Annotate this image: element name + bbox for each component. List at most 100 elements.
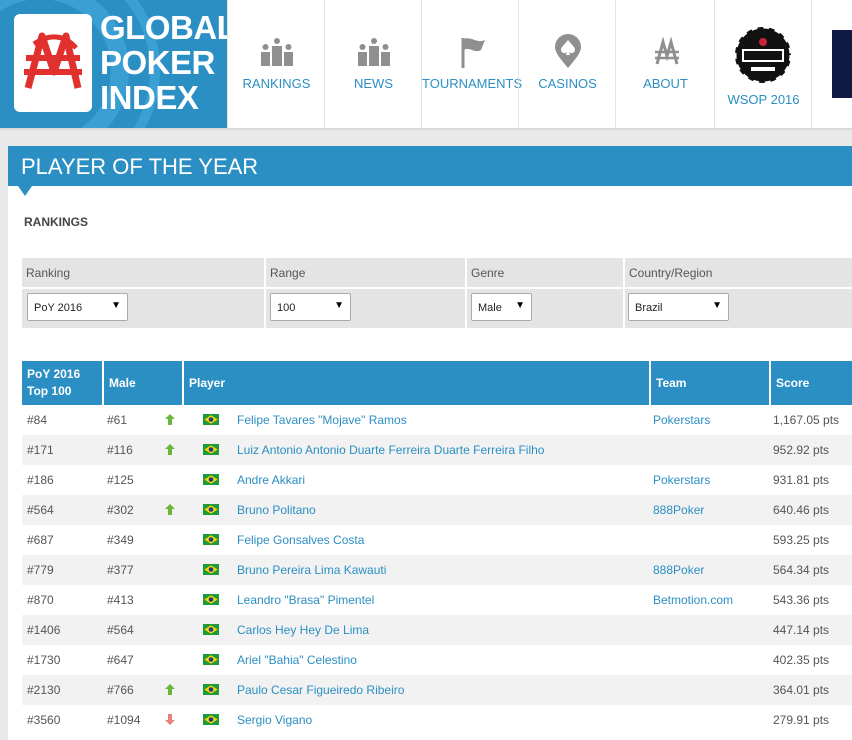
brazil-flag-icon	[203, 534, 219, 545]
player-link[interactable]: Carlos Hey Hey De Lima	[237, 623, 369, 637]
score-cell: 402.35 pts	[773, 653, 830, 667]
player-link[interactable]: Leandro "Brasa" Pimentel	[237, 593, 374, 607]
trend-up-arrow-icon	[165, 414, 175, 425]
table-row[interactable]: #564 #302 Bruno Politano 888Poker 640.46 pts	[22, 495, 852, 525]
score-cell: 931.81 pts	[773, 473, 830, 487]
column-header-player[interactable]: Player	[182, 361, 649, 405]
table-row[interactable]: #870 #413 Leandro "Brasa" Pimentel Betmotio…	[22, 585, 852, 615]
page-title-bar: PLAYER OF THE YEAR	[8, 146, 852, 186]
male-rank-cell: #125	[107, 473, 134, 487]
brazil-flag-icon	[203, 684, 219, 695]
male-rank-cell: #61	[107, 413, 128, 427]
male-rank-cell: #564	[107, 623, 134, 637]
team-link[interactable]: Pokerstars	[653, 413, 710, 427]
wsop-logo-icon	[733, 25, 793, 85]
nav-rankings[interactable]: RANKINGS	[227, 0, 325, 130]
gpi-emblem-icon	[14, 14, 92, 112]
rank-cell: #1730	[27, 653, 61, 667]
column-header-score[interactable]: Score	[769, 361, 852, 405]
ranking-select[interactable]: PoY 2016 ▼	[27, 293, 128, 321]
filter-range: Range 100 ▼	[266, 258, 465, 328]
nav-news[interactable]: NEWS	[324, 0, 422, 130]
player-link[interactable]: Bruno Politano	[237, 503, 316, 517]
male-rank-cell: #349	[107, 533, 134, 547]
rank-cell: #186	[27, 473, 54, 487]
player-link[interactable]: Paulo Cesar Figueiredo Ribeiro	[237, 683, 404, 697]
table-row[interactable]: #1730 #647 Ariel "Bahia" Celestino 402.35 p…	[22, 645, 852, 675]
brazil-flag-icon	[203, 714, 219, 725]
brazil-flag-icon	[203, 444, 219, 455]
site-logo[interactable]: GLOBAL POKER INDEX	[0, 0, 227, 128]
filter-panel: Ranking PoY 2016 ▼ Range 100 ▼ Genre Male ▼…	[22, 258, 852, 328]
spade-pin-icon	[519, 34, 616, 70]
table-row[interactable]: #687 #349 Felipe Gonsalves Costa 593.25 pts	[22, 525, 852, 555]
score-cell: 1,167.05 pts	[773, 413, 840, 427]
flag-icon	[422, 34, 519, 70]
table-row[interactable]: #3560 #1094 Sergio Vigano 279.91 pts	[22, 705, 852, 735]
header-banner-edge[interactable]	[811, 0, 852, 128]
nav-casinos[interactable]: CASINOS	[518, 0, 616, 130]
trend-up-arrow-icon	[165, 504, 175, 515]
trend-down-arrow-icon	[165, 714, 175, 725]
logo-wordmark: GLOBAL POKER INDEX	[100, 9, 227, 116]
player-link[interactable]: Felipe Gonsalves Costa	[237, 533, 364, 547]
male-rank-cell: #377	[107, 563, 134, 577]
nav-about[interactable]: ABOUT	[615, 0, 715, 130]
rank-cell: #84	[27, 413, 48, 427]
range-select[interactable]: 100 ▼	[270, 293, 351, 321]
male-rank-cell: #1094	[107, 713, 141, 727]
brazil-flag-icon	[203, 594, 219, 605]
score-cell: 564.34 pts	[773, 563, 830, 577]
header-divider	[0, 128, 852, 130]
column-header-rank[interactable]: PoY 2016 Top 100	[22, 361, 102, 405]
filter-country: Country/Region Brazil ▼	[625, 258, 852, 328]
column-header-team[interactable]: Team	[649, 361, 769, 405]
score-cell: 640.46 pts	[773, 503, 830, 517]
ranking-table-header: PoY 2016 Top 100 Male Player Team Score	[22, 361, 852, 405]
score-cell: 593.25 pts	[773, 533, 830, 547]
score-cell: 364.01 pts	[773, 683, 830, 697]
table-row[interactable]: #779 #377 Bruno Pereira Lima Kawauti 888Pok…	[22, 555, 852, 585]
player-link[interactable]: Felipe Tavares "Mojave" Ramos	[237, 413, 407, 427]
column-header-male[interactable]: Male	[102, 361, 182, 405]
table-row[interactable]: #171 #116 Luiz Antonio Antonio Duarte Ferr…	[22, 435, 852, 465]
team-link[interactable]: 888Poker	[653, 503, 704, 517]
genre-select[interactable]: Male ▼	[471, 293, 532, 321]
player-link[interactable]: Luiz Antonio Antonio Duarte Ferreira Dua…	[237, 443, 544, 457]
gpi-mark-icon	[616, 34, 715, 70]
table-row[interactable]: #84 #61 Felipe Tavares "Mojave" Ramos Poker…	[22, 405, 852, 435]
score-cell: 447.14 pts	[773, 623, 830, 637]
player-link[interactable]: Bruno Pereira Lima Kawauti	[237, 563, 386, 577]
team-link[interactable]: Betmotion.com	[653, 593, 733, 607]
score-cell: 952.92 pts	[773, 443, 830, 457]
male-rank-cell: #413	[107, 593, 134, 607]
filter-genre: Genre Male ▼	[467, 258, 623, 328]
male-rank-cell: #766	[107, 683, 134, 697]
caret-down-icon: ▼	[712, 300, 722, 311]
player-link[interactable]: Ariel "Bahia" Celestino	[237, 653, 357, 667]
rank-cell: #2130	[27, 683, 61, 697]
nav-tournaments[interactable]: TOURNAMENTS	[421, 0, 522, 130]
brazil-flag-icon	[203, 414, 219, 425]
brazil-flag-icon	[203, 654, 219, 665]
player-link[interactable]: Andre Akkari	[237, 473, 305, 487]
country-select[interactable]: Brazil ▼	[628, 293, 729, 321]
player-link[interactable]: Sergio Vigano	[237, 713, 312, 727]
caret-down-icon: ▼	[334, 300, 344, 311]
team-link[interactable]: 888Poker	[653, 563, 704, 577]
team-link[interactable]: Pokerstars	[653, 473, 710, 487]
score-cell: 543.36 pts	[773, 593, 830, 607]
table-row[interactable]: #1406 #564 Carlos Hey Hey De Lima 447.14 pt…	[22, 615, 852, 645]
caret-down-icon: ▼	[111, 300, 121, 311]
page-title: PLAYER OF THE YEAR	[21, 154, 259, 179]
podium-icon	[325, 34, 422, 70]
rank-cell: #171	[27, 443, 54, 457]
table-row[interactable]: #2130 #766 Paulo Cesar Figueiredo Ribeiro 3…	[22, 675, 852, 705]
filter-ranking: Ranking PoY 2016 ▼	[22, 258, 264, 328]
rank-cell: #564	[27, 503, 54, 517]
brazil-flag-icon	[203, 474, 219, 485]
table-row[interactable]: #186 #125 Andre Akkari Pokerstars 931.81 pts	[22, 465, 852, 495]
rank-cell: #779	[27, 563, 54, 577]
nav-wsop[interactable]: WSOP 2016	[714, 0, 812, 130]
score-cell: 279.91 pts	[773, 713, 830, 727]
